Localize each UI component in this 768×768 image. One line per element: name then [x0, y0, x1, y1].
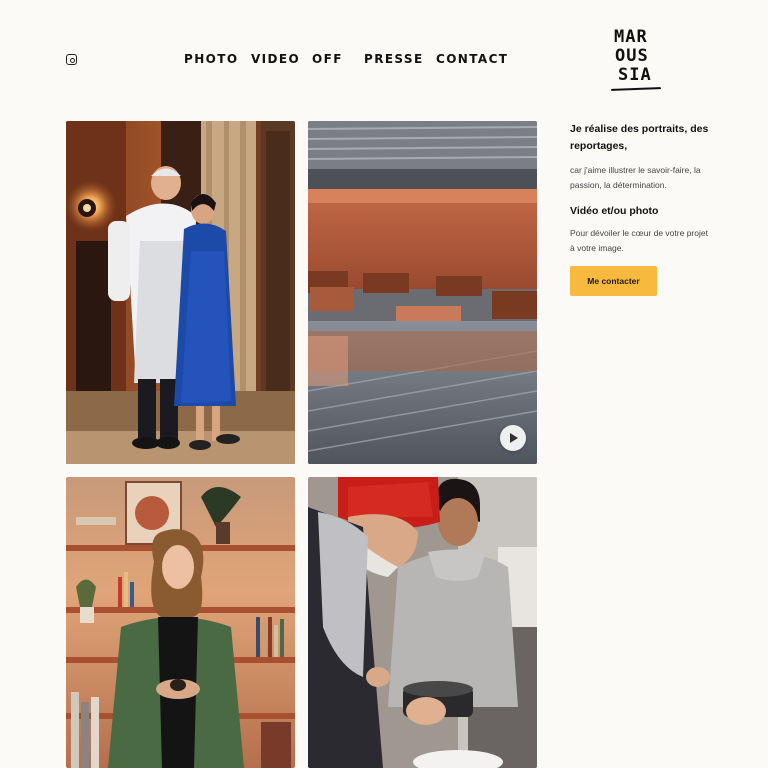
gallery-video-chocolate[interactable] — [308, 121, 537, 464]
logo-line-2: OUS — [615, 46, 649, 66]
intro-panel: Je réalise des portraits, des reportages… — [570, 121, 710, 256]
gallery-photo-chef-portrait[interactable] — [66, 121, 295, 464]
logo-underline — [610, 87, 662, 91]
intro-subheading: Vidéo et/ou photo — [570, 205, 659, 217]
nav-contact[interactable]: CONTACT — [436, 52, 508, 66]
nav-presse[interactable]: PRESSE — [364, 52, 424, 66]
intro-subtext: Pour dévoiler le cœur de votre projet à … — [570, 228, 708, 253]
contact-button[interactable]: Me contacter — [570, 266, 657, 296]
instagram-icon[interactable] — [66, 54, 77, 65]
nav-video[interactable]: VIDEO — [251, 52, 300, 66]
nav-off[interactable]: OFF — [312, 52, 343, 66]
nav-photo[interactable]: PHOTO — [184, 52, 238, 66]
site-logo[interactable]: MAR OUS SIA — [610, 28, 664, 94]
logo-line-3: SIA — [618, 65, 652, 85]
intro-text: car j'aime illustrer le savoir-faire, la… — [570, 165, 701, 190]
play-icon[interactable] — [500, 425, 526, 451]
intro-heading: Je réalise des portraits, des reportages… — [570, 123, 709, 152]
gallery-photo-man-portrait[interactable] — [66, 477, 295, 768]
header: PHOTO VIDEO OFF PRESSE CONTACT MAR OUS S… — [0, 0, 768, 110]
gallery-photo-kitchen[interactable] — [308, 477, 537, 768]
logo-line-1: MAR — [614, 27, 648, 47]
